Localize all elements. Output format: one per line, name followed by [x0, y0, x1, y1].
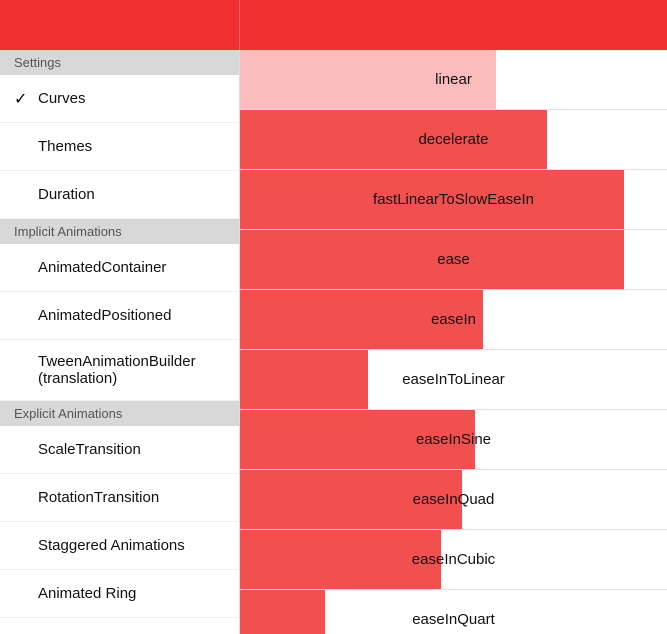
header-left: [0, 0, 240, 50]
sidebar-label-staggered-animations: Staggered Animations: [38, 537, 225, 554]
sidebar-label-scale-transition: ScaleTransition: [38, 441, 225, 458]
curve-label-decelerate: decelerate: [240, 113, 667, 166]
header-right: [240, 0, 667, 50]
curve-row-ease[interactable]: ease: [240, 230, 667, 290]
sidebar-item-animated-ring[interactable]: Animated Ring: [0, 570, 239, 618]
curve-label-easeInToLinear: easeInToLinear: [240, 353, 667, 406]
sidebar-item-staggered-animations[interactable]: Staggered Animations: [0, 522, 239, 570]
sidebar-item-animated-positioned[interactable]: AnimatedPositioned: [0, 292, 239, 340]
sidebar-item-curves[interactable]: ✓Curves: [0, 75, 239, 123]
sidebar-item-rotation-transition[interactable]: RotationTransition: [0, 474, 239, 522]
section-header-implicit-animations: Implicit Animations: [0, 219, 239, 244]
curve-row-decelerate[interactable]: decelerate: [240, 110, 667, 170]
curve-row-easeInQuart[interactable]: easeInQuart: [240, 590, 667, 634]
curve-label-easeInQuad: easeInQuad: [240, 473, 667, 526]
main-layout: Settings✓CurvesThemesDurationImplicit An…: [0, 50, 667, 634]
curve-label-ease: ease: [240, 233, 667, 286]
curves-content: linear decelerate fastLinearToSlowEaseIn ea…: [240, 50, 667, 634]
curve-row-linear[interactable]: linear: [240, 50, 667, 110]
sidebar-label-rotation-transition: RotationTransition: [38, 489, 225, 506]
curve-row-easeInToLinear[interactable]: easeInToLinear: [240, 350, 667, 410]
curve-row-easeInQuad[interactable]: easeInQuad: [240, 470, 667, 530]
sidebar-label-animated-positioned: AnimatedPositioned: [38, 307, 225, 324]
sidebar-item-duration[interactable]: Duration: [0, 171, 239, 219]
curve-label-fastLinearToSlowEaseIn: fastLinearToSlowEaseIn: [240, 173, 667, 226]
curve-row-easeInCubic[interactable]: easeInCubic: [240, 530, 667, 590]
curve-label-easeInSine: easeInSine: [240, 413, 667, 466]
sidebar-label-animated-ring: Animated Ring: [38, 585, 225, 602]
curve-label-easeIn: easeIn: [240, 293, 667, 346]
curve-row-easeIn[interactable]: easeIn: [240, 290, 667, 350]
checkmark-curves: ✓: [14, 89, 38, 109]
sidebar-label-themes: Themes: [38, 138, 225, 155]
sidebar-item-animated-container[interactable]: AnimatedContainer: [0, 244, 239, 292]
sidebar-label-curves: Curves: [38, 90, 225, 107]
sidebar-label-animated-container: AnimatedContainer: [38, 259, 225, 276]
curve-label-easeInQuart: easeInQuart: [240, 593, 667, 634]
sidebar-item-themes[interactable]: Themes: [0, 123, 239, 171]
curve-label-easeInCubic: easeInCubic: [240, 533, 667, 586]
sidebar-item-scale-transition[interactable]: ScaleTransition: [0, 426, 239, 474]
sidebar-label-duration: Duration: [38, 186, 225, 203]
section-header-settings: Settings: [0, 50, 239, 75]
section-header-explicit-animations: Explicit Animations: [0, 401, 239, 426]
header: [0, 0, 667, 50]
sidebar-item-tween-animation[interactable]: TweenAnimationBuilder (translation): [0, 340, 239, 401]
curve-row-easeInSine[interactable]: easeInSine: [240, 410, 667, 470]
sidebar-label-tween-animation: TweenAnimationBuilder (translation): [38, 353, 225, 387]
sidebar: Settings✓CurvesThemesDurationImplicit An…: [0, 50, 240, 634]
curve-label-linear: linear: [240, 53, 667, 106]
curve-row-fastLinearToSlowEaseIn[interactable]: fastLinearToSlowEaseIn: [240, 170, 667, 230]
